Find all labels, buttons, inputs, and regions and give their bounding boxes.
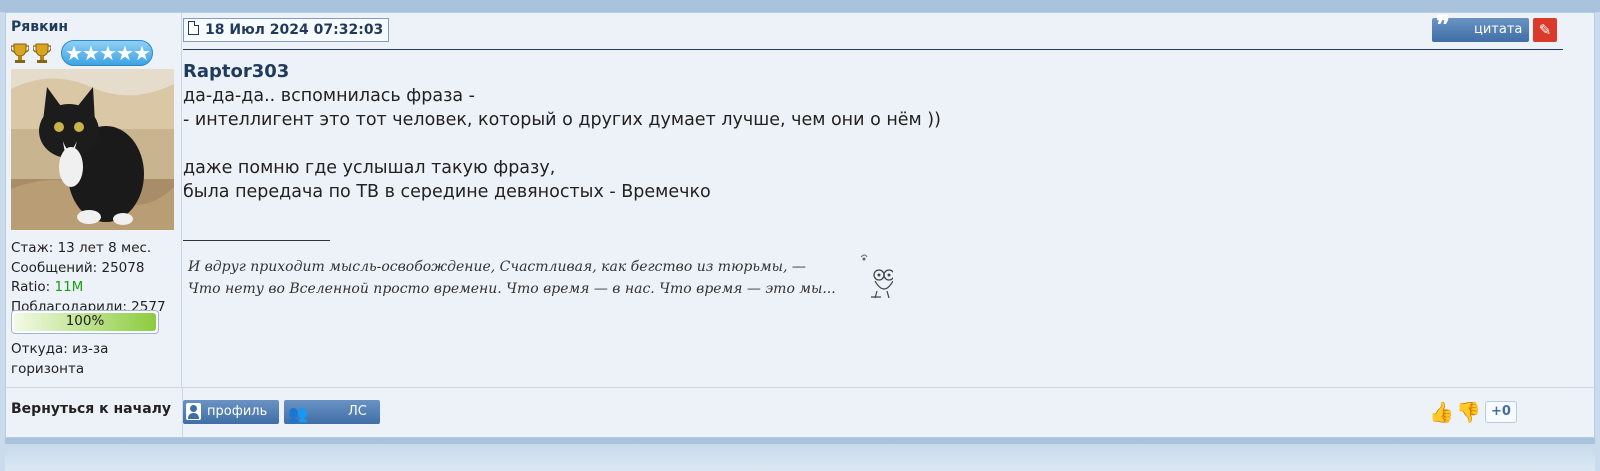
progress-text: 100% <box>65 313 105 329</box>
top-bar <box>0 0 1600 12</box>
user-icon <box>186 403 201 420</box>
user-stats: Стаж: 13 лет 8 мес. Сообщений: 25078 Rat… <box>11 239 181 317</box>
experience: Стаж: 13 лет 8 мес. <box>11 240 152 256</box>
post-body: Raptor303 да-да-да.. вспомнилась фраза -… <box>183 60 1483 204</box>
footer-strip <box>5 438 1595 444</box>
post-line: даже помню где услышал такую фразу, <box>183 158 556 178</box>
progress-bar: 100% <box>11 310 159 334</box>
quote-icon: ❞ <box>1436 11 1450 41</box>
post-count: Сообщений: 25078 <box>11 259 145 276</box>
cat-avatar-image <box>11 69 174 230</box>
post-line-blank <box>183 132 1483 156</box>
quote-button[interactable]: ❞ цитата <box>1432 13 1529 42</box>
star-icon: ★ <box>99 41 117 65</box>
profile-button[interactable]: профиль <box>183 400 279 424</box>
user-sidebar: Рявкин ★ ★ ★ ★ ★ Стаж: 13 лет 8 мес. Соо… <box>6 13 182 387</box>
signature-line: Что нету во Вселенной просто времени. Чт… <box>188 281 836 297</box>
signature-line: И вдруг приходит мысль-освобождение, Сча… <box>188 259 806 275</box>
ratio-value: 11M <box>54 279 84 295</box>
post-line: была передача по ТВ в середине девяносты… <box>183 182 711 202</box>
thumbs-up-icon[interactable]: 👍 <box>1429 401 1454 423</box>
post-footer: Вернуться к началу профиль 👥 ЛС 👍 👎 +0 <box>6 387 1594 437</box>
back-to-top-link[interactable]: Вернуться к началу <box>11 401 171 417</box>
post-date[interactable]: 18 Июл 2024 07:32:03 <box>183 18 390 42</box>
header-divider <box>183 49 1563 50</box>
signature-owl-image <box>860 254 893 299</box>
private-message-button[interactable]: 👥 ЛС <box>284 400 380 424</box>
ratio: Ratio: 11M <box>11 279 84 295</box>
edit-icon: ✎ <box>1538 21 1552 39</box>
rating-stars: ★ ★ ★ ★ ★ <box>61 40 153 66</box>
star-icon: ★ <box>116 41 134 65</box>
star-icon: ★ <box>65 41 83 65</box>
post-rating: +0 <box>1485 401 1517 423</box>
quoted-username: Raptor303 <box>183 61 290 82</box>
rank-badges: ★ ★ ★ ★ ★ <box>11 40 153 66</box>
trophy-icon <box>33 43 51 63</box>
post-line: да-да-да.. вспомнилась фраза - <box>183 86 475 106</box>
author-name[interactable]: Рявкин <box>11 19 68 35</box>
edit-button[interactable]: ✎ <box>1533 18 1557 42</box>
thumbs-down-icon[interactable]: 👎 <box>1456 401 1481 423</box>
document-icon <box>188 21 199 35</box>
people-icon: 👥 <box>288 404 308 423</box>
star-icon: ★ <box>133 41 151 65</box>
forum-post: Рявкин ★ ★ ★ ★ ★ Стаж: 13 лет 8 мес. Соо… <box>5 12 1595 438</box>
trophy-icon <box>11 43 29 63</box>
signature: И вдруг приходит мысль-освобождение, Сча… <box>188 256 838 300</box>
user-location: Откуда: из-за горизонта <box>11 341 109 377</box>
post-line: - интеллигент это тот человек, который о… <box>183 110 941 130</box>
avatar[interactable] <box>11 69 174 230</box>
star-icon: ★ <box>82 41 100 65</box>
signature-divider <box>183 240 330 241</box>
